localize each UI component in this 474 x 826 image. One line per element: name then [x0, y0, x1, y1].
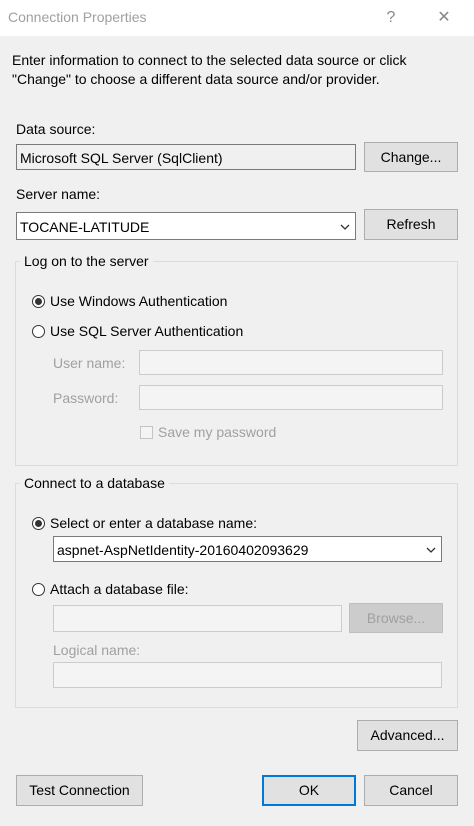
chevron-down-icon[interactable]	[425, 544, 437, 556]
attach-file-input[interactable]	[53, 605, 342, 632]
chevron-down-icon[interactable]	[339, 221, 351, 233]
cancel-button[interactable]: Cancel	[364, 775, 458, 806]
ok-button[interactable]: OK	[262, 775, 356, 806]
test-connection-button[interactable]: Test Connection	[16, 775, 143, 806]
select-database-radio[interactable]	[32, 517, 45, 530]
save-password-checkbox[interactable]	[140, 426, 153, 439]
user-name-label: User name:	[53, 355, 126, 371]
windows-auth-radio[interactable]	[32, 295, 45, 308]
data-source-label: Data source:	[16, 121, 96, 137]
password-label: Password:	[53, 390, 119, 406]
server-name-combobox[interactable]: TOCANE-LATITUDE	[16, 212, 356, 240]
sql-auth-label[interactable]: Use SQL Server Authentication	[50, 323, 243, 339]
database-group-label: Connect to a database	[20, 475, 169, 491]
intro-line-2: "Change" to choose a different data sour…	[12, 71, 380, 87]
server-name-label: Server name:	[16, 186, 101, 202]
server-name-value: TOCANE-LATITUDE	[20, 219, 150, 235]
save-password-label[interactable]: Save my password	[158, 424, 276, 440]
change-button[interactable]: Change...	[364, 142, 458, 172]
intro-line-1: Enter information to connect to the sele…	[12, 52, 407, 68]
user-name-input[interactable]	[139, 350, 443, 375]
attach-file-radio[interactable]	[32, 583, 45, 596]
advanced-button[interactable]: Advanced...	[357, 720, 458, 751]
sql-auth-radio[interactable]	[32, 325, 45, 338]
data-source-value: Microsoft SQL Server (SqlClient)	[20, 150, 223, 166]
logon-group-label: Log on to the server	[20, 253, 153, 269]
browse-button[interactable]: Browse...	[349, 603, 443, 633]
windows-auth-label[interactable]: Use Windows Authentication	[50, 293, 227, 309]
attach-file-label[interactable]: Attach a database file:	[50, 581, 189, 597]
select-database-label[interactable]: Select or enter a database name:	[50, 515, 257, 531]
refresh-button[interactable]: Refresh	[364, 209, 458, 240]
window-title: Connection Properties	[8, 9, 147, 25]
logical-name-label: Logical name:	[53, 642, 141, 658]
title-bar: Connection Properties ? ✕	[0, 0, 474, 36]
close-icon[interactable]: ✕	[430, 6, 458, 30]
data-source-field: Microsoft SQL Server (SqlClient)	[16, 144, 356, 170]
password-input[interactable]	[139, 385, 443, 410]
help-icon[interactable]: ?	[377, 6, 405, 30]
logical-name-input[interactable]	[53, 662, 442, 688]
database-name-value: aspnet-AspNetIdentity-20160402093629	[57, 542, 309, 558]
database-name-combobox[interactable]: aspnet-AspNetIdentity-20160402093629	[53, 536, 442, 562]
